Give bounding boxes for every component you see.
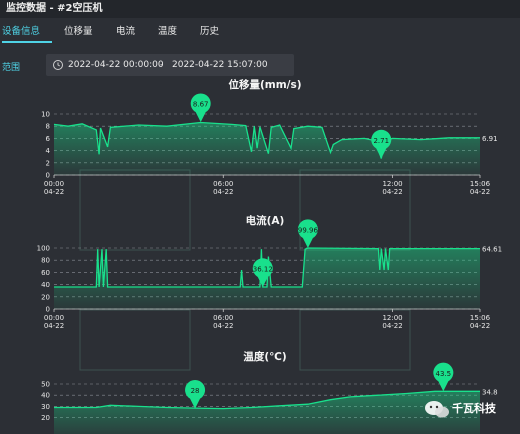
- app-window: 监控数据 - #2空压机 设备信息 位移量 电流 温度 历史 范围 2022-0…: [0, 0, 520, 434]
- chart-title: 电流(A): [246, 214, 285, 227]
- x-tick-label: 00:00: [44, 314, 64, 322]
- y-tick-label: 0: [46, 172, 50, 180]
- marker-label: 28: [191, 387, 200, 395]
- x-tick-label: 04-22: [470, 188, 490, 196]
- chart-title: 位移量(mm/s): [228, 78, 301, 91]
- x-tick-label: 04-22: [382, 188, 402, 196]
- range-label: 范围: [2, 63, 21, 73]
- displacement-chart: 位移量(mm/s) 024681000:0004-2206:0004-2212:…: [41, 78, 498, 196]
- x-tick-label: 04-22: [470, 322, 490, 330]
- marker-label: 2.71: [373, 137, 389, 145]
- x-tick-label: 15:06: [470, 314, 491, 322]
- current-chart: 电流(A) 02040608010000:0004-2206:0004-2212…: [37, 214, 502, 330]
- window-title: 监控数据 - #2空压机: [0, 0, 520, 18]
- y-tick-label: 0: [46, 306, 50, 314]
- x-tick-label: 12:00: [382, 314, 402, 322]
- tab-temperature[interactable]: 温度: [158, 22, 177, 42]
- y-tick-label: 80: [41, 257, 50, 265]
- data-marker: 99.96: [298, 219, 319, 249]
- marker-label: 8.67: [193, 101, 209, 109]
- tab-device-info[interactable]: 设备信息: [2, 22, 40, 42]
- range-start: 2022-04-22 00:00:00: [68, 60, 164, 70]
- x-tick-label: 04-22: [213, 322, 233, 330]
- y-tick-label: 100: [37, 245, 50, 253]
- x-tick-label: 06:00: [213, 314, 233, 322]
- y-tick-label: 6: [46, 135, 51, 143]
- last-value-label: 64.61: [482, 246, 502, 254]
- y-tick-label: 40: [41, 281, 50, 289]
- data-marker: 28: [185, 379, 206, 409]
- y-tick-label: 40: [41, 392, 50, 400]
- y-tick-label: 2: [46, 159, 50, 167]
- x-tick-label: 04-22: [382, 322, 402, 330]
- series-area: [54, 391, 480, 434]
- x-tick-label: 04-22: [44, 188, 64, 196]
- y-tick-label: 50: [41, 381, 50, 389]
- x-tick-label: 06:00: [213, 180, 233, 188]
- clock-icon: [53, 60, 63, 70]
- tab-current[interactable]: 电流: [116, 22, 135, 42]
- y-tick-label: 8: [46, 123, 50, 131]
- watermark-text: 千瓦科技: [452, 402, 496, 415]
- y-tick-label: 4: [46, 147, 51, 155]
- y-tick-label: 10: [41, 111, 50, 119]
- marker-label: 43.5: [436, 370, 452, 378]
- last-value-label: 34.8: [482, 388, 498, 396]
- tab-displacement[interactable]: 位移量: [64, 22, 93, 42]
- range-separator: -: [160, 60, 164, 70]
- range-end: 2022-04-22 15:07:00: [172, 60, 268, 70]
- x-tick-label: 15:06: [470, 180, 491, 188]
- y-tick-label: 20: [41, 414, 50, 422]
- marker-label: 99.96: [298, 227, 319, 235]
- tab-bar: 设备信息 位移量 电流 温度 历史: [0, 22, 520, 43]
- y-tick-label: 30: [41, 403, 50, 411]
- last-value-label: 6.91: [482, 135, 498, 143]
- date-range-picker[interactable]: 2022-04-22 00:00:00 - 2022-04-22 15:07:0…: [46, 54, 294, 76]
- x-tick-label: 00:00: [44, 180, 64, 188]
- x-tick-label: 04-22: [213, 188, 233, 196]
- data-marker: 43.5: [433, 362, 454, 392]
- data-marker: 8.67: [190, 93, 211, 123]
- y-tick-label: 60: [41, 269, 50, 277]
- tab-history[interactable]: 历史: [200, 22, 219, 42]
- y-tick-label: 20: [41, 293, 50, 301]
- marker-label: 36.12: [253, 265, 273, 273]
- x-tick-label: 04-22: [44, 322, 64, 330]
- chart-title: 温度(℃): [243, 350, 286, 363]
- temperature-chart: 温度(℃) 20 30 40 50 34.8 28 43.5: [41, 350, 498, 434]
- x-tick-label: 12:00: [382, 180, 402, 188]
- active-tab-indicator: [2, 41, 52, 43]
